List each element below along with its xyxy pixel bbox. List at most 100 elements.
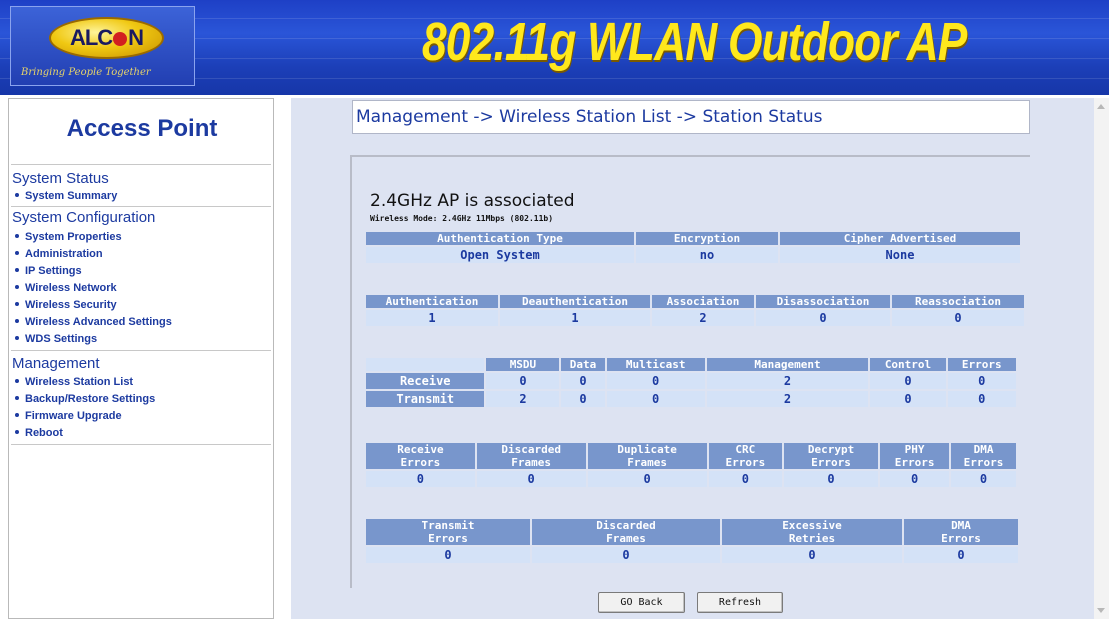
table-row: 1 1 2 0 0 [366,310,1024,326]
bullet-icon [15,396,19,400]
logo-brand: ALC N [69,25,144,50]
col-header: Multicast [606,358,705,371]
col-header: Deauthentication [500,295,650,308]
table-cell: 0 [708,471,782,487]
table-header-row: Authentication Deauthentication Associat… [366,295,1024,308]
table-cell: 0 [561,373,605,389]
nav-item-wireless-security[interactable]: Wireless Security [12,299,117,311]
col-header: Data [561,358,605,371]
bullet-icon [15,319,19,323]
col-header: PHY Errors [880,443,950,469]
row-header: Transmit [366,391,485,407]
panel-divider [350,155,352,588]
logo-oval: ALC N [49,17,164,59]
bullet-icon [15,251,19,255]
table-cell: 1 [500,310,650,326]
nav-item-wireless-network[interactable]: Wireless Network [12,282,117,294]
wireless-mode-text: Wireless Mode: 2.4GHz 11Mbps (802.11b) [370,214,554,223]
nav-section-system-configuration: System Configuration [12,209,156,226]
logo-dot-icon [113,32,128,46]
table-cell: 0 [366,471,475,487]
bullet-icon [15,193,19,197]
col-header: Reassociation [892,295,1024,308]
col-header: Discarded Frames [476,443,586,469]
bullet-icon [15,430,19,434]
table-cell: 2 [706,373,869,389]
scroll-up-arrow-icon[interactable] [1097,104,1105,109]
table-cell: 0 [904,547,1018,563]
nav-item-wireless-station-list[interactable]: Wireless Station List [12,376,133,388]
table-row: 0 0 0 0 [366,547,1018,563]
sidebar-divider [11,350,271,351]
col-header: CRC Errors [708,443,782,469]
nav-item-reboot[interactable]: Reboot [12,427,63,439]
col-header: Decrypt Errors [783,443,879,469]
table-cell: 0 [947,391,1016,407]
refresh-button[interactable]: Refresh [697,592,783,613]
table-cell: 0 [951,471,1016,487]
table-cell: 0 [476,471,586,487]
table-cell: 1 [366,310,498,326]
nav-section-management: Management [12,355,100,372]
status-heading: 2.4GHz AP is associated [370,191,575,211]
table-cell: 2 [486,391,560,407]
bullet-icon [15,285,19,289]
table-cell: 0 [722,547,902,563]
bullet-icon [15,413,19,417]
table-row: Receive 0 0 0 2 0 0 [366,373,1016,389]
nav-item-firmware-upgrade[interactable]: Firmware Upgrade [12,410,122,422]
corner-cell [366,358,485,371]
table-row: Open System no None [366,247,1020,263]
table-cell: 0 [892,310,1024,326]
panel-divider [352,155,1030,157]
nav-item-ip-settings[interactable]: IP Settings [12,265,82,277]
nav-section-system-status: System Status [12,170,109,187]
receive-errors-table: Receive Errors Discarded Frames Duplicate F… [364,441,1018,489]
nav-item-system-properties[interactable]: System Properties [12,231,122,243]
association-count-table: Authentication Deauthentication Associat… [364,293,1026,328]
col-header: Control [870,358,946,371]
auth-table: Authentication Type Encryption Cipher Ad… [364,230,1022,265]
table-cell: 0 [587,471,707,487]
table-row: 0 0 0 0 0 0 0 [366,471,1016,487]
table-cell: Open System [366,247,634,263]
table-header-row: MSDU Data Multicast Management Control E… [366,358,1016,371]
col-header: Authentication [366,295,498,308]
table-cell: 0 [606,391,705,407]
nav-item-wds-settings[interactable]: WDS Settings [12,333,97,345]
col-header: Errors [947,358,1016,371]
table-cell: 0 [532,547,720,563]
bullet-icon [15,302,19,306]
row-header: Receive [366,373,485,389]
transmit-errors-table: Transmit Errors Discarded Frames Excessive… [364,517,1020,565]
sidebar: Access Point System Status System Summar… [8,98,274,619]
bullet-icon [15,336,19,340]
traffic-table: MSDU Data Multicast Management Control E… [364,356,1018,409]
bullet-icon [15,379,19,383]
vertical-scrollbar[interactable] [1094,98,1109,619]
table-cell: 0 [870,373,946,389]
col-header: Association [652,295,754,308]
table-cell: 0 [606,373,705,389]
go-back-button[interactable]: GO Back [598,592,685,613]
col-header: DMA Errors [951,443,1016,469]
col-header: Authentication Type [366,232,634,245]
table-cell: 0 [870,391,946,407]
breadcrumb: Management -> Wireless Station List -> S… [352,100,1030,134]
nav-item-backup-restore-settings[interactable]: Backup/Restore Settings [12,393,155,405]
table-cell: 0 [486,373,560,389]
header-banner: ALC N Bringing People Together 802.11g WL… [0,0,1109,95]
sidebar-title: Access Point [66,115,218,142]
col-header: Cipher Advertised [780,232,1020,245]
table-row: Transmit 2 0 0 2 0 0 [366,391,1016,407]
nav-item-system-summary[interactable]: System Summary [12,190,117,202]
nav-item-administration[interactable]: Administration [12,248,103,260]
col-header: Duplicate Frames [587,443,707,469]
scroll-down-arrow-icon[interactable] [1097,608,1105,613]
table-cell: 2 [706,391,869,407]
nav-item-wireless-advanced-settings[interactable]: Wireless Advanced Settings [12,316,172,328]
bullet-icon [15,268,19,272]
table-cell: 0 [366,547,530,563]
col-header: Disassociation [756,295,890,308]
sidebar-divider [11,206,271,207]
